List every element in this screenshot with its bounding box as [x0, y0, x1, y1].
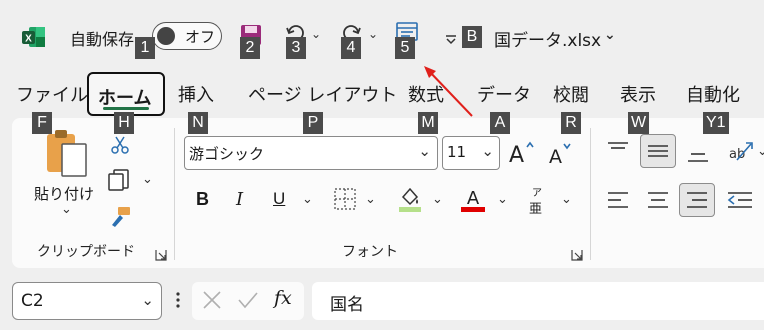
formula-input[interactable]: 国名 [312, 282, 764, 320]
underline-dropdown-icon[interactable]: ⌄ [302, 192, 313, 207]
font-color-dropdown-icon[interactable]: ⌄ [497, 192, 508, 207]
clipboard-separator [174, 128, 175, 260]
phonetic-guide-bottom[interactable]: 亜 [529, 198, 542, 217]
font-color-icon[interactable]: A [460, 185, 486, 213]
excel-logo-icon: X [22, 26, 46, 48]
keytip-page-layout: P [303, 112, 323, 134]
redo-dropdown-icon[interactable]: ⌄ [368, 27, 378, 41]
align-middle-button[interactable] [640, 134, 676, 168]
autosave-label: 自動保存 [70, 30, 135, 49]
paste-dropdown-icon[interactable]: ⌄ [61, 202, 72, 217]
keytip-formulas: M [418, 112, 438, 134]
filename[interactable]: 国データ.xlsx [494, 26, 601, 51]
keytip-home: H [114, 112, 134, 134]
font-size-chevron-icon: ⌄ [481, 142, 494, 160]
font-launcher-icon[interactable] [571, 246, 583, 261]
keytip-4: 4 [341, 37, 361, 59]
clipboard-launcher-icon[interactable] [155, 246, 167, 261]
keytip-review: R [561, 112, 581, 134]
toggle-knob-icon [157, 27, 175, 45]
format-painter-icon[interactable] [108, 205, 132, 229]
copy-dropdown-icon[interactable]: ⌄ [142, 172, 153, 187]
keytip-insert: N [188, 112, 208, 134]
svg-text:X: X [25, 34, 32, 45]
phonetic-guide-top[interactable]: ア [532, 184, 542, 199]
border-icon[interactable] [334, 188, 356, 210]
name-box-chevron-icon: ⌄ [141, 291, 154, 309]
svg-text:A: A [467, 188, 480, 209]
insert-function-button[interactable]: fx [274, 287, 292, 309]
fill-color-icon[interactable] [398, 185, 422, 213]
tab-automate[interactable]: 自動化 [686, 84, 740, 108]
align-left-icon[interactable] [607, 190, 629, 210]
align-middle-icon [648, 145, 668, 157]
border-dropdown-icon[interactable]: ⌄ [365, 192, 376, 207]
bold-button[interactable]: B [196, 189, 209, 210]
decrease-font-icon[interactable]: A [548, 141, 574, 168]
keytip-1: 1 [135, 37, 155, 59]
formula-input-value: 国名 [330, 295, 364, 315]
tab-formulas[interactable]: 数式 [408, 84, 444, 108]
cut-icon[interactable] [110, 135, 130, 155]
copy-icon[interactable] [106, 168, 132, 192]
clipboard-group-label: クリップボード [37, 244, 135, 260]
font-size-select[interactable]: 11 ⌄ [442, 136, 500, 170]
autosave-state: オフ [185, 28, 216, 46]
paste-label[interactable]: 貼り付け [34, 183, 94, 204]
font-group-label: フォント [342, 244, 398, 260]
decrease-indent-icon[interactable] [727, 190, 753, 210]
keytip-3: 3 [286, 37, 306, 59]
name-box[interactable]: C2 ⌄ [12, 282, 162, 320]
fill-color-dropdown-icon[interactable]: ⌄ [432, 192, 443, 207]
tab-home-underline [103, 107, 149, 110]
undo-dropdown-icon[interactable]: ⌄ [311, 27, 321, 41]
keytip-file: F [32, 112, 52, 134]
keytip-filename: B [462, 26, 482, 48]
confirm-entry-icon[interactable] [237, 290, 259, 310]
text-orientation-icon[interactable]: ab [727, 138, 755, 164]
font-name-select[interactable]: 游ゴシック ⌄ [184, 136, 438, 170]
tab-view[interactable]: 表示 [620, 84, 656, 108]
font-size-value: 11 [447, 143, 467, 161]
align-bottom-icon[interactable] [687, 144, 709, 164]
underline-button[interactable]: U [273, 189, 285, 209]
keytip-view: W [628, 112, 650, 134]
font-separator [590, 128, 591, 260]
increase-font-icon[interactable]: A [508, 140, 536, 168]
keytip-5: 5 [395, 37, 415, 59]
tab-file[interactable]: ファイル [16, 84, 88, 108]
keytip-data: A [490, 112, 510, 134]
paste-icon[interactable] [44, 128, 90, 178]
formula-bar-grip-icon[interactable] [176, 291, 180, 309]
phonetic-dropdown-icon[interactable]: ⌄ [561, 192, 572, 207]
text-orientation-dropdown-icon[interactable]: ⌄ [757, 144, 764, 159]
tab-home-frame[interactable]: ホーム [87, 72, 165, 116]
tab-review[interactable]: 校閲 [553, 84, 589, 108]
customize-qat-icon[interactable] [445, 30, 457, 45]
svg-text:A: A [509, 143, 524, 166]
align-center-icon[interactable] [647, 190, 669, 210]
autosave-toggle[interactable]: オフ [152, 22, 222, 50]
cancel-entry-icon[interactable] [202, 290, 222, 310]
tab-data[interactable]: データ [477, 84, 531, 108]
font-name-value: 游ゴシック [189, 145, 265, 163]
tab-insert[interactable]: 挿入 [178, 84, 214, 108]
svg-text:A: A [549, 146, 562, 167]
name-box-value: C2 [21, 291, 44, 311]
italic-button[interactable]: I [236, 189, 243, 210]
filename-dropdown-icon[interactable]: ⌄ [604, 27, 616, 43]
keytip-2: 2 [240, 37, 260, 59]
align-right-icon [687, 192, 707, 208]
font-name-chevron-icon: ⌄ [418, 142, 431, 160]
keytip-automate: Y1 [703, 112, 729, 134]
align-top-icon[interactable] [607, 140, 629, 158]
tab-page-layout[interactable]: ページ レイアウト [248, 84, 397, 108]
align-right-button[interactable] [679, 183, 715, 217]
